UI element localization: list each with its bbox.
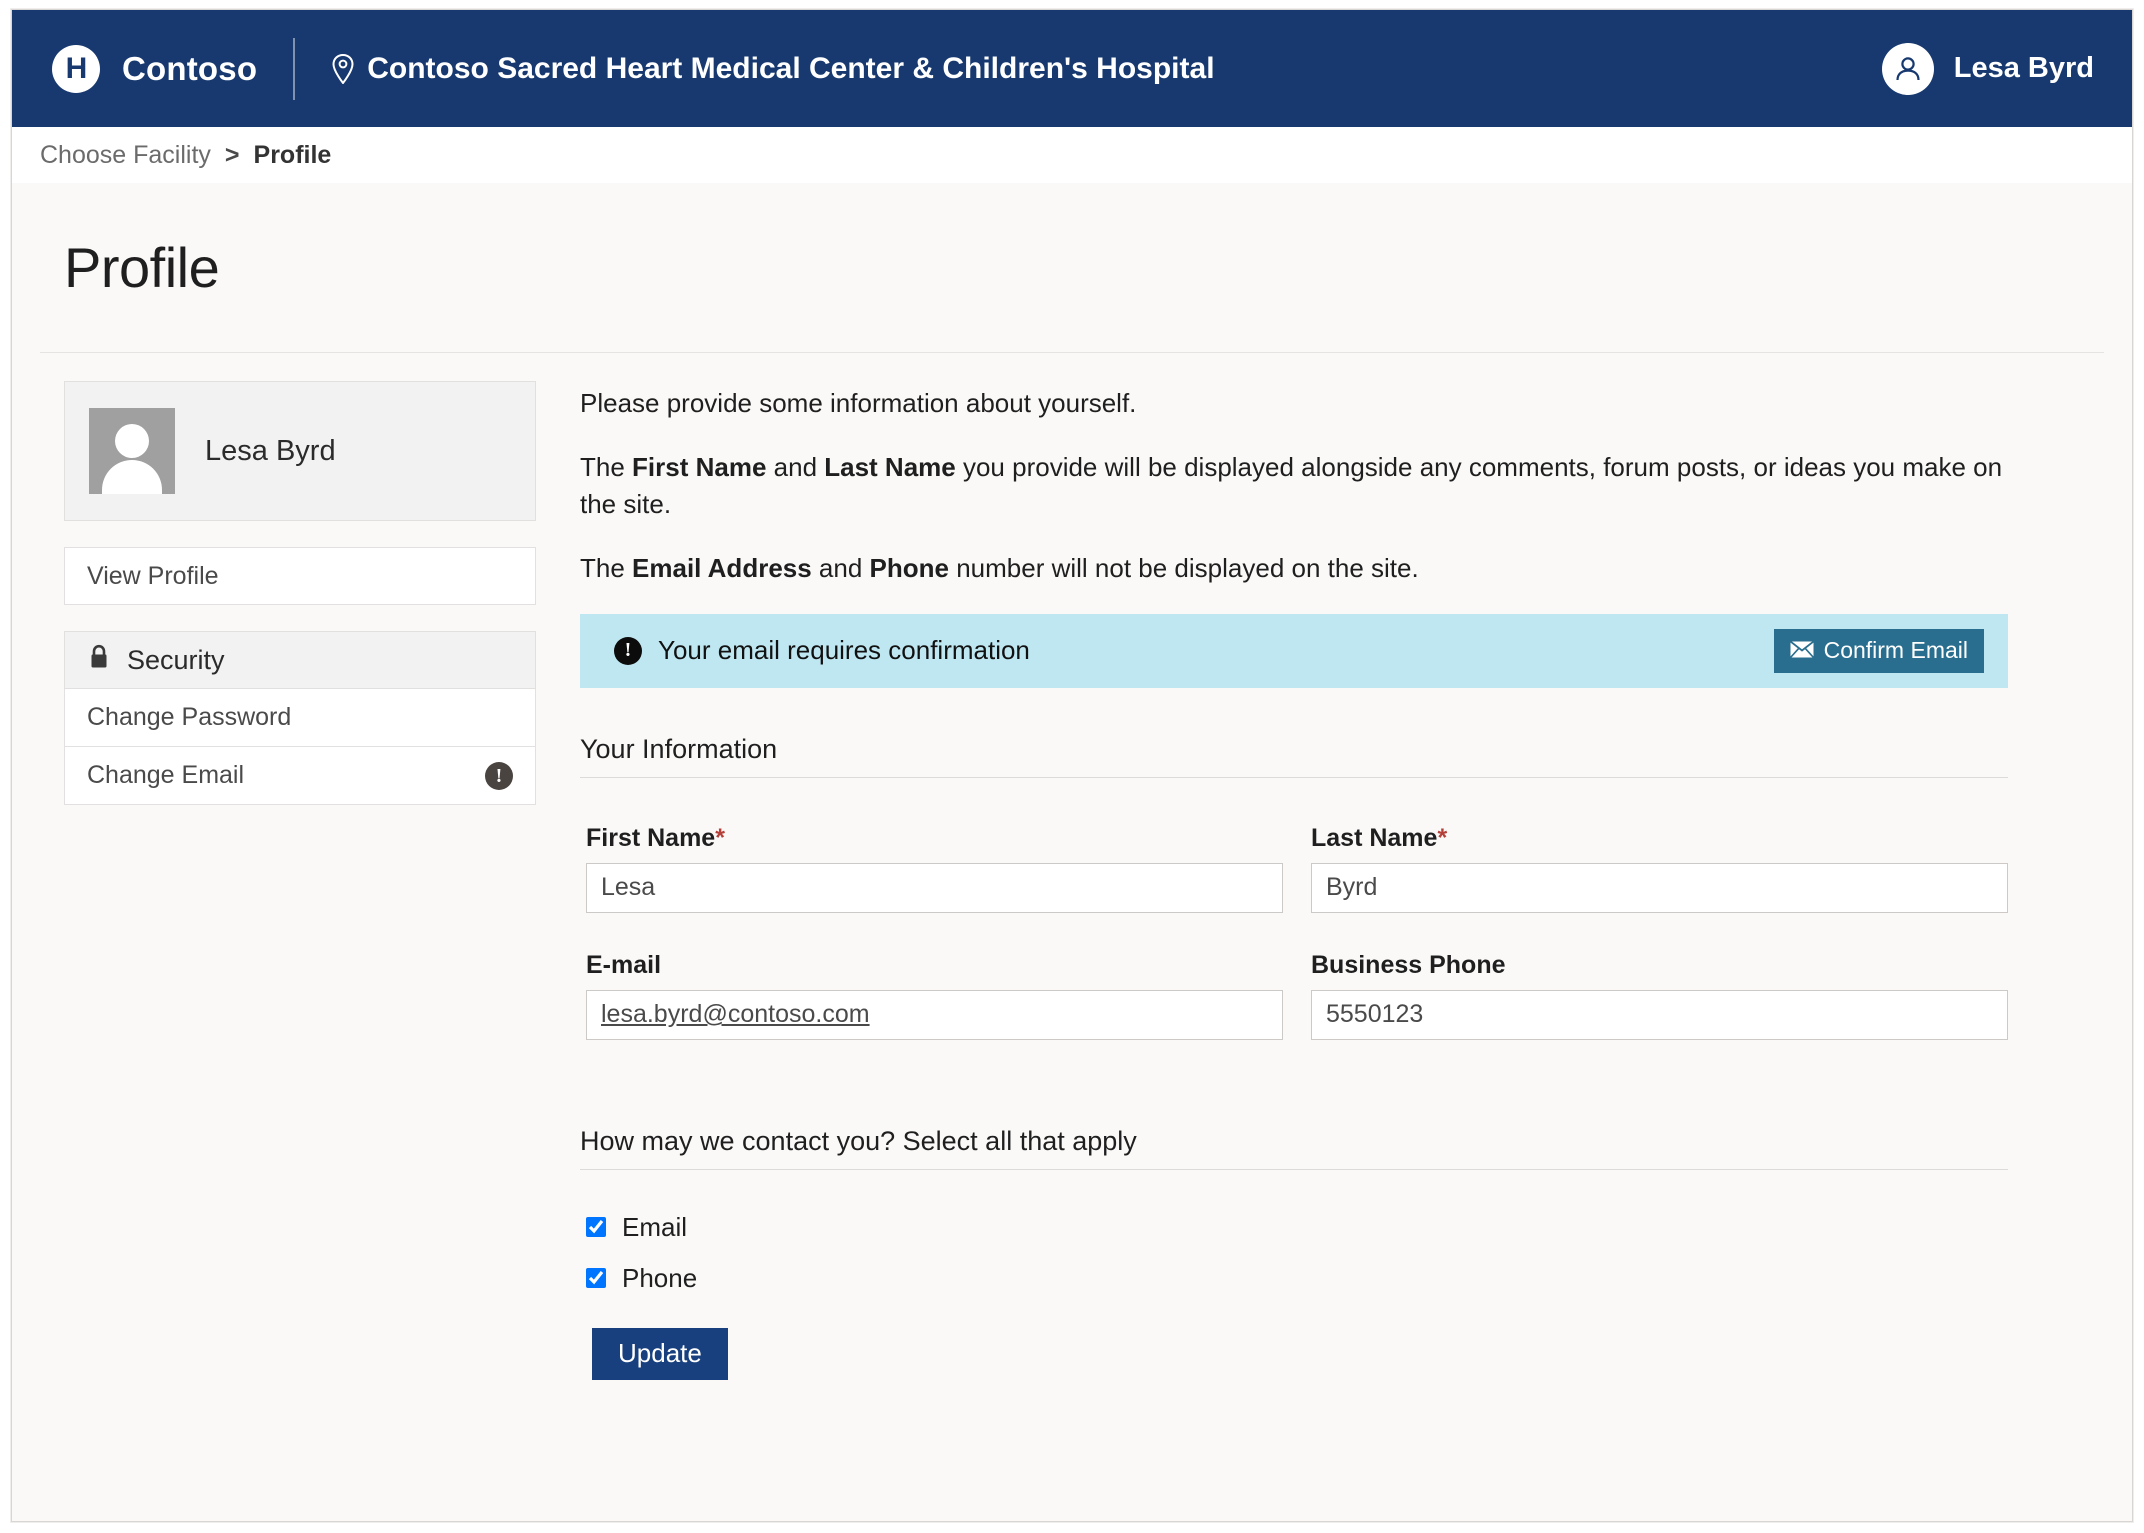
contact-option-phone-checkbox[interactable] [586,1268,606,1289]
sidebar-group-title-security: Security [127,644,225,675]
required-asterisk: * [1437,823,1448,852]
email-field-group: E-mail [586,951,1283,1040]
breadcrumb: Choose Facility > Profile [12,127,2132,183]
sidebar-item-label-change-email: Change Email [87,761,245,789]
person-avatar-icon [1881,42,1934,95]
main-content: Please provide some information about yo… [536,381,2104,1380]
sidebar-item-view-profile[interactable]: View Profile [64,547,536,605]
your-information-section-title: Your Information [580,734,2008,778]
intro-line-3-a: The [580,553,633,584]
envelope-icon [1789,637,1814,664]
business-phone-input[interactable] [1311,989,2008,1040]
user-name-label: Lesa Byrd [1953,52,2094,84]
breadcrumb-current-profile: Profile [253,140,332,169]
content-columns: Lesa Byrd View Profile Security Change P… [40,353,2104,1380]
confirm-email-button-label: Confirm Email [1823,637,1968,664]
user-menu[interactable]: Lesa Byrd [1881,42,2094,95]
last-name-label: Last Name* [1311,824,2008,853]
breadcrumb-separator: > [224,140,240,169]
your-information-form: First Name* Last Name* E-mail [580,824,2008,1040]
last-name-label-text: Last Name [1311,823,1438,852]
first-name-label: First Name* [586,824,1283,853]
sidebar-nav-view-profile: View Profile [64,547,536,605]
sidebar-group-header-security: Security [64,631,536,689]
intro-line-1: Please provide some information about yo… [580,388,1137,418]
intro-line-2: The First Name and Last Name you provide… [580,449,2008,524]
sidebar-item-label-change-password: Change Password [87,703,292,731]
email-input[interactable] [586,989,1283,1040]
intro-line-2-bold-first-name: First Name [632,451,767,482]
person-placeholder-icon [89,408,175,494]
screenshot-viewport: H Contoso Contoso Sacred Heart Medical C… [0,0,2144,1533]
contact-option-phone[interactable]: Phone [586,1263,2008,1294]
confirm-email-button[interactable]: Confirm Email [1773,628,1984,673]
update-button[interactable]: Update [592,1327,728,1380]
exclamation-circle-icon: ! [485,761,513,790]
sidebar-item-change-email[interactable]: Change Email ! [64,747,536,805]
page-body: Profile Lesa Byrd View Profile Security … [12,235,2132,1380]
intro-line-2-bold-last-name: Last Name [824,451,956,482]
intro-line-3-c: and [811,553,870,584]
sidebar-profile-name: Lesa Byrd [205,434,336,467]
sidebar-profile-card: Lesa Byrd [64,381,536,521]
contact-option-email-checkbox[interactable] [586,1217,606,1238]
brand-name: Contoso [122,49,258,87]
contact-option-phone-label: Phone [622,1262,698,1293]
top-header-bar: H Contoso Contoso Sacred Heart Medical C… [12,10,2132,127]
intro-line-3-bold-phone: Phone [869,553,949,584]
lock-icon [87,644,111,677]
intro-line-3-d: number will not be displayed on the site… [948,553,1419,584]
last-name-input[interactable] [1311,862,2008,913]
contact-preferences-options: Email Phone Update [580,1212,2008,1380]
first-name-field-group: First Name* [586,824,1283,913]
first-name-input[interactable] [586,862,1283,913]
email-label: E-mail [586,950,662,979]
breadcrumb-link-choose-facility[interactable]: Choose Facility [40,141,211,170]
required-asterisk: * [715,823,725,852]
exclamation-circle-icon: ! [614,636,642,665]
contact-option-email[interactable]: Email [586,1212,2008,1243]
first-name-label-text: First Name [586,823,716,852]
intro-text-block: Please provide some information about yo… [580,385,2008,588]
contact-preferences-section-title: How may we contact you? Select all that … [580,1126,2008,1170]
last-name-field-group: Last Name* [1311,824,2008,913]
intro-line-3-bold-email: Email Address [632,553,812,584]
form-row-spacer [586,913,2008,951]
intro-line-2-a: The [580,451,633,482]
alert-message: Your email requires confirmation [658,635,1030,666]
intro-line-2-c: and [766,451,825,482]
sidebar-item-change-password[interactable]: Change Password [64,689,536,747]
brand-block[interactable]: H Contoso [52,44,258,93]
business-phone-field-group: Business Phone [1311,951,2008,1040]
sidebar-item-label-view-profile: View Profile [87,561,219,590]
contact-option-email-label: Email [622,1211,688,1242]
hospital-h-icon: H [52,44,100,93]
business-phone-label: Business Phone [1311,950,1506,979]
location-pin-icon [331,53,355,84]
app-frame: H Contoso Contoso Sacred Heart Medical C… [11,9,2133,1522]
sidebar-security-group: Security Change Password Change Email ! [64,631,536,805]
intro-line-3: The Email Address and Phone number will … [580,550,2008,588]
facility-selector[interactable]: Contoso Sacred Heart Medical Center & Ch… [331,51,1215,86]
page-title: Profile [64,236,220,299]
sidebar: Lesa Byrd View Profile Security Change P… [40,381,536,1380]
header-divider [293,37,296,100]
email-confirmation-alert: ! Your email requires confirmation Confi… [580,613,2008,688]
facility-name: Contoso Sacred Heart Medical Center & Ch… [367,51,1215,85]
